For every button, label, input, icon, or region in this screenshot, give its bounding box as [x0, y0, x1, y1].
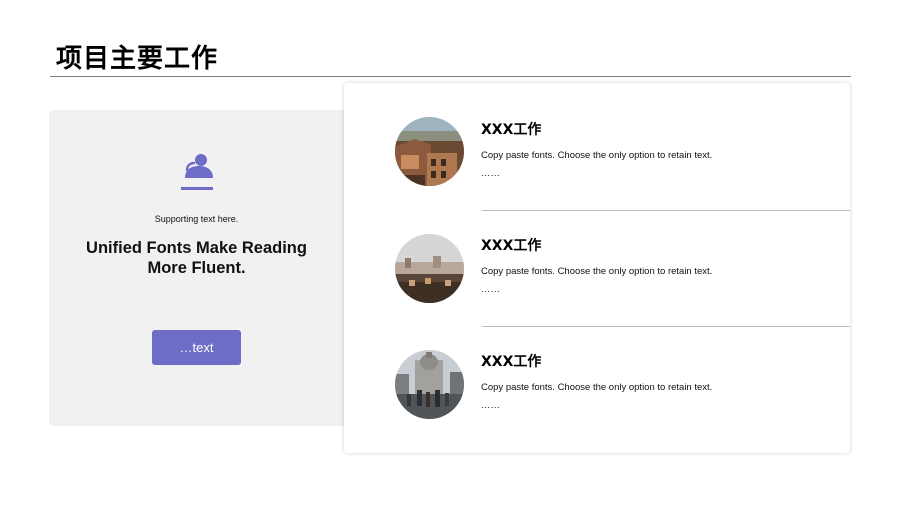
- item-description: Copy paste fonts. Choose the only option…: [481, 266, 713, 277]
- item-more: ……: [481, 168, 500, 179]
- item-photo: [395, 117, 464, 186]
- title-divider: [50, 76, 851, 77]
- item-title: XXX工作: [481, 354, 542, 370]
- item-more: ……: [481, 400, 500, 411]
- item-photo: [395, 234, 464, 303]
- item-description: Copy paste fonts. Choose the only option…: [481, 150, 713, 161]
- list-item: XXX工作 Copy paste fonts. Choose the only …: [344, 199, 850, 315]
- work-list-card: XXX工作 Copy paste fonts. Choose the only …: [344, 83, 850, 453]
- text-button[interactable]: …text: [152, 330, 241, 365]
- panel-headline: Unified Fonts Make Reading More Fluent.: [86, 239, 307, 277]
- list-item: XXX工作 Copy paste fonts. Choose the only …: [344, 315, 850, 431]
- item-title: XXX工作: [481, 238, 542, 254]
- item-title: XXX工作: [481, 122, 542, 138]
- user-icon: [181, 154, 213, 190]
- feature-panel: Supporting text here. Unified Fonts Make…: [49, 110, 349, 426]
- item-photo: [395, 350, 464, 419]
- page-title: 项目主要工作: [56, 44, 219, 74]
- list-item: XXX工作 Copy paste fonts. Choose the only …: [344, 83, 850, 199]
- supporting-text: Supporting text here.: [154, 214, 239, 224]
- item-description: Copy paste fonts. Choose the only option…: [481, 382, 713, 393]
- item-more: ……: [481, 284, 500, 295]
